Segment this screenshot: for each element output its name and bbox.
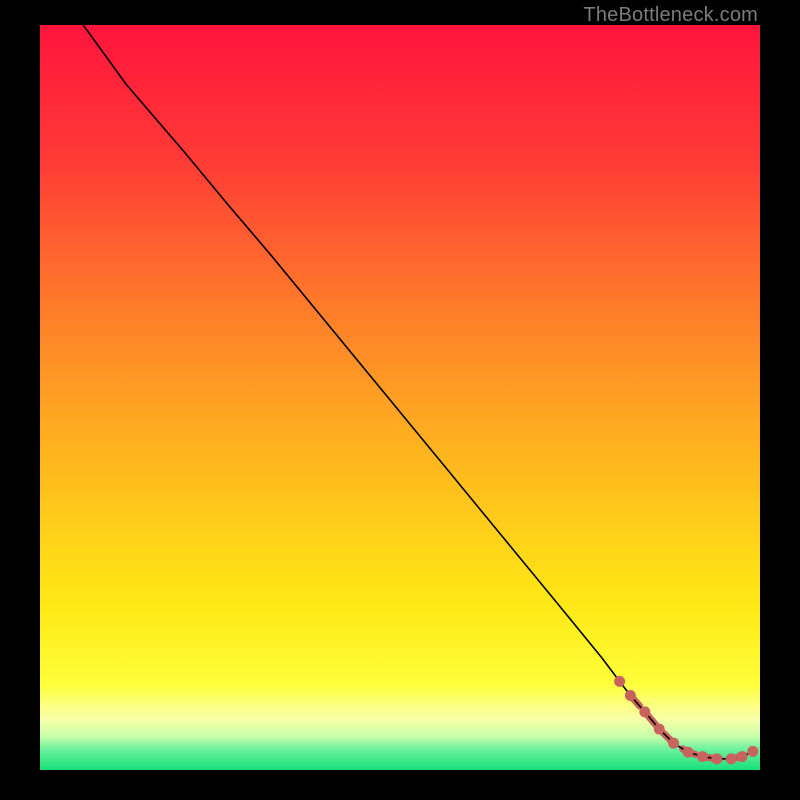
marker-dot [668,738,679,749]
marker-dot [697,751,708,762]
marker-dot [654,724,665,735]
marker-dot [639,706,650,717]
marker-dot [726,753,737,764]
bottleneck-curve [83,25,753,759]
plot-area [40,25,760,770]
chart-stage: TheBottleneck.com [0,0,800,800]
marker-dot [737,751,748,762]
chart-overlay [40,25,760,770]
marker-dot [614,676,625,687]
marker-dot [711,753,722,764]
curve-markers [614,676,758,764]
marker-dot [625,690,636,701]
marker-dot [747,746,758,757]
marker-dot [683,747,694,758]
watermark-label: TheBottleneck.com [583,4,758,27]
